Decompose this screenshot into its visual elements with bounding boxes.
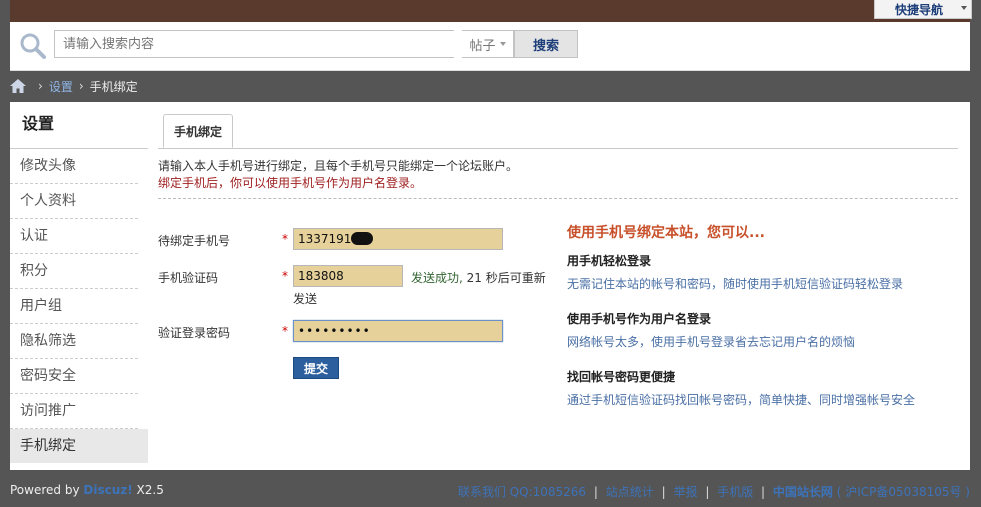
sidebar-item-promotion[interactable]: 访问推广 [10,394,138,429]
search-type-select[interactable]: 帖子 [462,30,514,58]
search-input[interactable] [54,30,454,58]
phone-value: 13371918 [298,232,360,246]
quick-nav-button[interactable]: 快捷导航 [874,0,972,19]
breadcrumb: › 设置 › 手机绑定 [10,76,138,96]
redaction-mark [351,232,373,245]
password-input[interactable]: ••••••••• [293,320,503,342]
sidebar-item-profile[interactable]: 个人资料 [10,184,138,219]
benefit-title: 用手机轻松登录 [567,254,652,268]
required-mark: * [282,324,288,338]
breadcrumb-current: 手机绑定 [89,79,138,94]
footer-links: 联系我们 QQ:1085266 | 站点统计 | 举报 | 手机版 | 中国站长… [458,483,970,500]
sidebar-item-privacy[interactable]: 隐私筛选 [10,324,138,359]
sidebar-item-mobile-binding[interactable]: 手机绑定 [10,429,148,463]
powered-by-text: Powered by [10,483,84,497]
benefits-title: 使用手机号绑定本站，您可以... [567,225,765,241]
sms-countdown-continued: 发送 [293,292,318,306]
intro-text: 请输入本人手机号进行绑定，且每个手机号只能绑定一个论坛账户。 绑定手机后，你可以… [158,158,958,192]
sms-countdown: 21 秒后可重新 [462,271,546,285]
breadcrumb-settings-link[interactable]: 设置 [49,78,73,95]
breadcrumb-separator: › [78,79,84,93]
settings-sidebar: 设置 修改头像 个人资料 认证 积分 用户组 隐私筛选 密码安全 访问推广 手机… [10,102,148,470]
chevron-down-icon [499,42,506,46]
footer: Powered by Discuz! X2.5 联系我们 QQ:1085266 … [10,478,970,502]
footer-separator: | [705,485,710,499]
footer-separator: | [661,485,666,499]
home-icon[interactable] [10,79,26,93]
footer-separator: | [593,485,598,499]
discuz-link[interactable]: Discuz! [83,483,132,497]
content-area: 手机绑定 请输入本人手机号进行绑定，且每个手机号只能绑定一个论坛账户。 绑定手机… [158,102,958,470]
benefit-title: 找回帐号密码更便捷 [567,370,676,384]
phone-input[interactable]: 13371918 [293,228,503,250]
top-bar: 快捷导航 [10,0,972,22]
benefit-title: 使用手机号作为用户名登录 [567,312,712,326]
submit-button[interactable]: 提交 [293,357,339,379]
benefit-desc: 无需记住本站的帐号和密码，随时使用手机短信验证码轻松登录 [567,277,904,291]
report-link[interactable]: 举报 [673,485,697,499]
sidebar-item-password[interactable]: 密码安全 [10,359,138,394]
footer-separator: | [761,485,766,499]
benefit-desc: 网络帐号太多，使用手机号登录省去忘记用户名的烦恼 [567,335,856,349]
password-label: 验证登录密码 [158,326,231,340]
divider [158,198,958,199]
search-bar: 帖子 搜索 [10,22,970,71]
required-mark: * [282,269,288,283]
mobile-link[interactable]: 手机版 [717,485,753,499]
breadcrumb-separator: › [38,79,43,93]
stats-link[interactable]: 站点统计 [606,485,654,499]
search-type-label: 帖子 [469,38,496,54]
sidebar-item-credits[interactable]: 积分 [10,254,138,289]
quick-nav-label: 快捷导航 [894,2,943,17]
chevron-down-icon [961,6,967,10]
benefits-panel: 使用手机号绑定本站，您可以... 用手机轻松登录 无需记住本站的帐号和密码，随时… [567,222,947,408]
powered-by: Powered by Discuz! X2.5 [10,483,164,497]
sms-status: 发送成功, 21 秒后可重新 [411,269,546,286]
intro-line: 请输入本人手机号进行绑定，且每个手机号只能绑定一个论坛账户。 [158,159,519,173]
verify-code-label: 手机验证码 [158,271,219,285]
sidebar-item-usergroup[interactable]: 用户组 [10,289,138,324]
main-panel: 设置 修改头像 个人资料 认证 积分 用户组 隐私筛选 密码安全 访问推广 手机… [10,102,970,470]
sidebar-item-avatar[interactable]: 修改头像 [10,149,138,184]
sidebar-item-verify[interactable]: 认证 [10,219,138,254]
sidebar-title: 设置 [10,102,148,149]
search-icon [20,33,46,59]
icp-link[interactable]: ( 沪ICP备05038105号 ) [837,485,970,499]
tab-mobile-binding[interactable]: 手机绑定 [163,114,233,148]
verify-code-input[interactable]: 183808 [293,265,403,287]
sms-success: 发送成功, [411,271,463,285]
tab-bar: 手机绑定 [158,114,958,149]
benefit-desc: 通过手机短信验证码找回帐号密码，简单快捷、同时增强帐号安全 [567,393,916,407]
contact-link[interactable]: 联系我们 QQ:1085266 [458,485,586,499]
required-mark: * [282,232,288,246]
intro-notice: 绑定手机后，你可以使用手机号作为用户名登录。 [158,176,423,190]
search-button[interactable]: 搜索 [514,30,578,58]
site-name-link[interactable]: 中国站长网 [773,485,833,499]
version-text: X2.5 [132,483,164,497]
phone-label: 待绑定手机号 [158,234,231,248]
